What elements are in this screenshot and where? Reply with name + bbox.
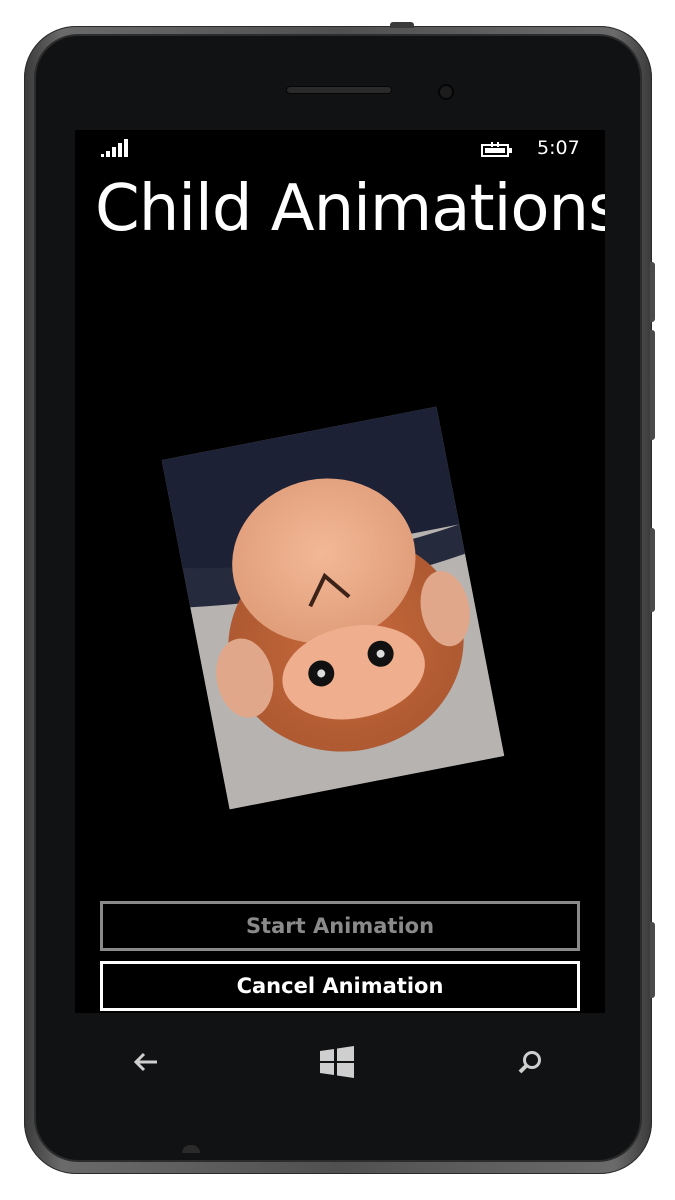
signal-strength-icon <box>101 139 131 157</box>
page-title: Child Animations <box>95 172 605 246</box>
volume-down-button <box>650 330 655 440</box>
lock-button <box>650 528 655 612</box>
status-time: 5:07 <box>537 137 580 159</box>
search-icon[interactable] <box>505 1040 555 1084</box>
rotated-photo-image <box>161 406 505 810</box>
microphone-port <box>182 1145 200 1153</box>
cancel-animation-button[interactable]: Cancel Animation <box>100 961 580 1011</box>
back-arrow-icon[interactable] <box>121 1040 171 1084</box>
status-bar: 5:07 <box>75 130 605 166</box>
camera-button <box>650 922 655 998</box>
volume-up-button <box>650 262 655 322</box>
battery-charging-icon <box>481 142 512 157</box>
start-animation-button[interactable]: Start Animation <box>100 901 580 951</box>
windows-logo-icon[interactable] <box>312 1040 362 1084</box>
front-camera <box>440 86 452 98</box>
earpiece-speaker <box>286 86 392 94</box>
power-button <box>390 22 414 28</box>
navigation-bar <box>75 1020 605 1110</box>
phone-screen: 5:07 Child Animations Start Animation Ca… <box>75 130 605 1013</box>
